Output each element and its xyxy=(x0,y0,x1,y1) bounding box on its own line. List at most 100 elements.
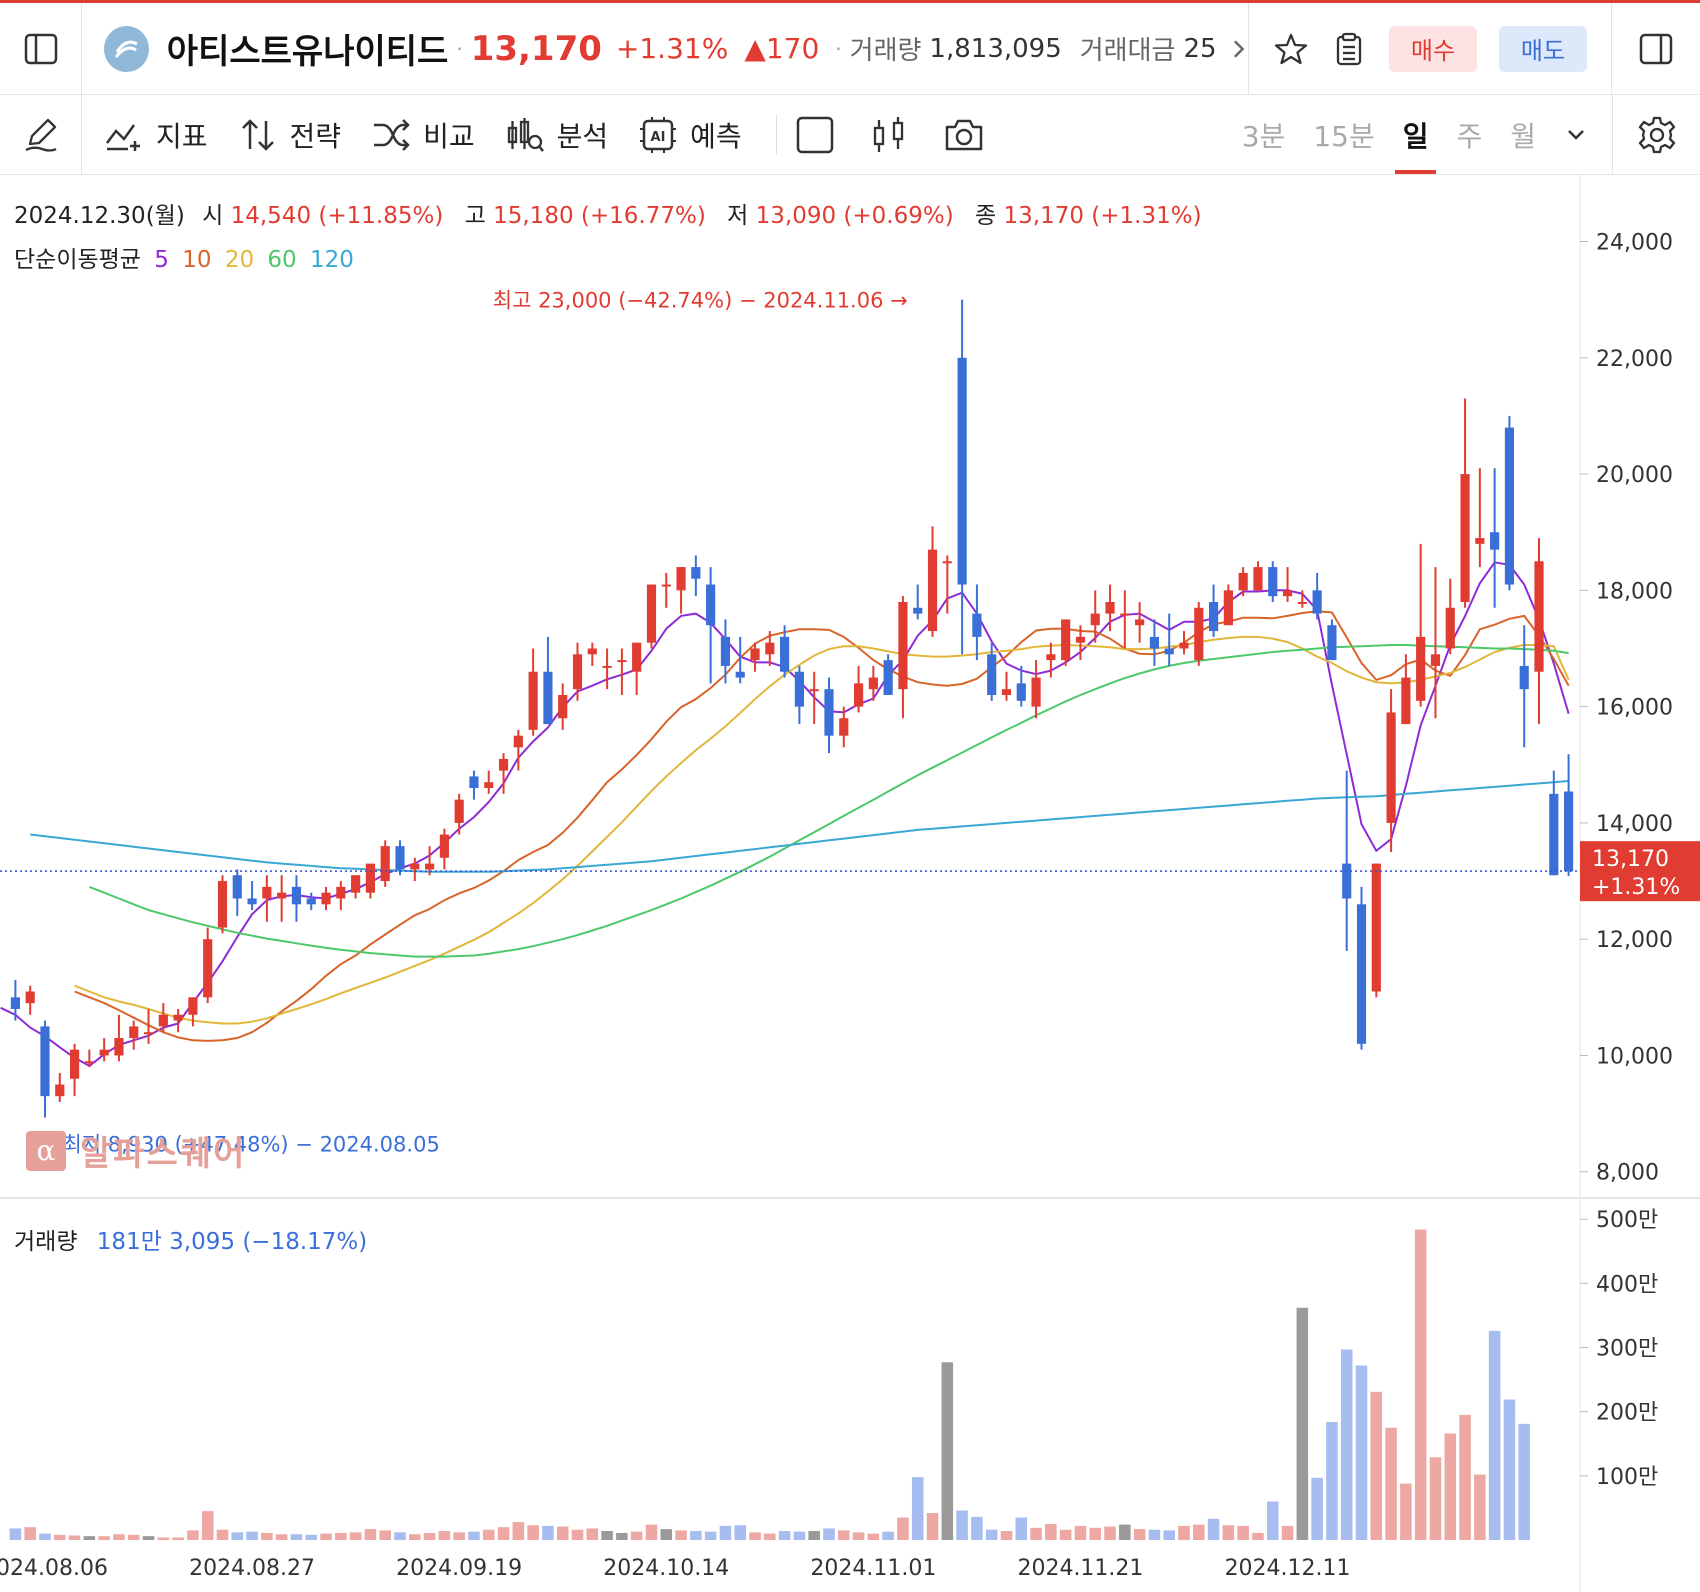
candle-body xyxy=(558,695,568,719)
candle-body xyxy=(484,782,494,789)
tool-strategy[interactable]: 전략 xyxy=(238,115,341,155)
ma-legend-60: 60 xyxy=(267,247,297,273)
settings-button[interactable] xyxy=(1612,95,1700,174)
period-week[interactable]: 주 xyxy=(1456,95,1482,174)
candle-type-button[interactable] xyxy=(869,115,909,155)
candle-body xyxy=(720,636,731,666)
volume-bar xyxy=(675,1530,687,1540)
candle-body xyxy=(750,648,760,661)
stock-change-abs: ▲170 xyxy=(744,32,820,65)
buy-button[interactable]: 매수 xyxy=(1389,25,1477,72)
candle-body xyxy=(1460,474,1470,602)
candle-body xyxy=(794,671,804,707)
price-tick-label: 18,000 xyxy=(1596,579,1673,604)
candle-body xyxy=(1519,665,1529,690)
volume-bar xyxy=(216,1529,229,1540)
candle-body xyxy=(129,1026,139,1039)
candle-body xyxy=(1120,613,1130,616)
high-annotation: 최고 23,000 (−42.74%) − 2024.11.06 → xyxy=(493,289,908,313)
x-axis-label: 2024.11.01 xyxy=(810,1556,936,1581)
period-day[interactable]: 일 xyxy=(1394,95,1437,174)
volume-bar xyxy=(778,1531,791,1540)
star-icon[interactable] xyxy=(1273,31,1309,67)
candle-body xyxy=(853,683,864,707)
tool-analysis[interactable]: 분석 xyxy=(505,115,608,155)
volume-bar xyxy=(911,1477,924,1540)
clipboard-icon[interactable] xyxy=(1331,31,1367,67)
candle-body xyxy=(1504,427,1515,585)
volume-bar xyxy=(1459,1414,1471,1540)
volume-bar xyxy=(926,1513,939,1540)
candle-body xyxy=(1164,648,1174,655)
candle-body xyxy=(158,1014,168,1027)
candle-body xyxy=(913,607,923,614)
screenshot-button[interactable] xyxy=(943,115,985,155)
candle-body xyxy=(824,689,834,736)
panel-right-icon xyxy=(1639,33,1673,64)
volume-bar xyxy=(630,1531,643,1540)
candle-body xyxy=(1179,642,1189,649)
candle-body xyxy=(217,881,228,928)
compare-icon xyxy=(374,118,410,151)
candle-body xyxy=(1001,689,1012,695)
price-chart[interactable]: 24,000 22,000 20,000 18,000 16,000 14,000 12,0… xyxy=(0,175,1700,1592)
ma-legend[interactable]: 단순이동평균 5 10 20 60 120 xyxy=(14,240,354,274)
period-15min[interactable]: 15분 xyxy=(1313,95,1374,174)
volume-bar xyxy=(127,1534,140,1540)
tool-prediction[interactable]: AI 예측 xyxy=(638,115,742,155)
candle-body xyxy=(528,671,538,730)
volume-label: 거래량 xyxy=(849,36,922,66)
right-panel-toggle-button[interactable] xyxy=(1612,3,1700,94)
period-month[interactable]: 월 xyxy=(1510,95,1536,174)
volume-tick-label: 500만 xyxy=(1596,1208,1658,1233)
volume-tick-label: 200만 xyxy=(1596,1401,1658,1426)
watermark-logo: α 알파스퀘어 xyxy=(26,1126,246,1175)
volume-bar xyxy=(201,1511,214,1540)
candle-body xyxy=(1253,567,1263,591)
volume-bar xyxy=(1503,1399,1516,1540)
draw-tool-button[interactable] xyxy=(0,95,82,174)
tool-indicator[interactable]: 지표 xyxy=(104,115,208,155)
volume-bar xyxy=(1296,1307,1309,1540)
candle-body xyxy=(291,886,302,905)
candle-body xyxy=(188,997,198,1015)
volume-bar xyxy=(1429,1457,1442,1540)
price-tick-label: 12,000 xyxy=(1596,928,1673,953)
volume-bar xyxy=(512,1522,525,1540)
stock-name[interactable]: 아티스트유나이티드 xyxy=(167,24,449,73)
volume-bar xyxy=(423,1532,436,1540)
candle-body xyxy=(632,642,642,672)
volume-bar xyxy=(1444,1433,1457,1540)
candle-body xyxy=(1475,538,1485,544)
volume-bar xyxy=(601,1531,613,1540)
svg-text:AI: AI xyxy=(651,130,666,145)
chevron-down-icon[interactable] xyxy=(1564,123,1588,147)
candle-body xyxy=(1135,619,1145,626)
candle-body xyxy=(1282,590,1293,597)
volume-bar xyxy=(1414,1229,1427,1540)
volume-bar xyxy=(497,1527,510,1540)
amount-value: 25 xyxy=(1183,33,1217,64)
sell-button[interactable]: 매도 xyxy=(1499,25,1587,72)
volume-legend: 거래량 181만 3,095 (−18.17%) xyxy=(14,1222,367,1256)
ohlc-high: 15,180 (+16.77%) xyxy=(493,203,706,229)
candle-body xyxy=(780,636,790,672)
candle-body xyxy=(1312,590,1322,614)
fullscreen-button[interactable] xyxy=(795,115,835,155)
volume-value: 1,813,095 xyxy=(929,33,1062,64)
tool-compare[interactable]: 비교 xyxy=(371,115,475,155)
chevron-right-icon[interactable] xyxy=(1229,37,1248,61)
volume-bar xyxy=(68,1535,81,1540)
stock-price: 13,170 xyxy=(470,28,602,69)
candle-body xyxy=(765,642,775,655)
volume-bar xyxy=(660,1529,673,1540)
amount-label: 거래대금 xyxy=(1079,36,1176,66)
sidebar-toggle-button[interactable] xyxy=(0,3,82,94)
candle-body xyxy=(25,991,35,1004)
period-3min[interactable]: 3분 xyxy=(1242,95,1286,174)
volume-tick-label: 300만 xyxy=(1596,1337,1658,1362)
candle-body xyxy=(661,584,671,587)
ma-line-120 xyxy=(30,780,1569,873)
tool-prediction-label: 예측 xyxy=(690,119,742,153)
volume-tick-label: 100만 xyxy=(1596,1465,1658,1490)
